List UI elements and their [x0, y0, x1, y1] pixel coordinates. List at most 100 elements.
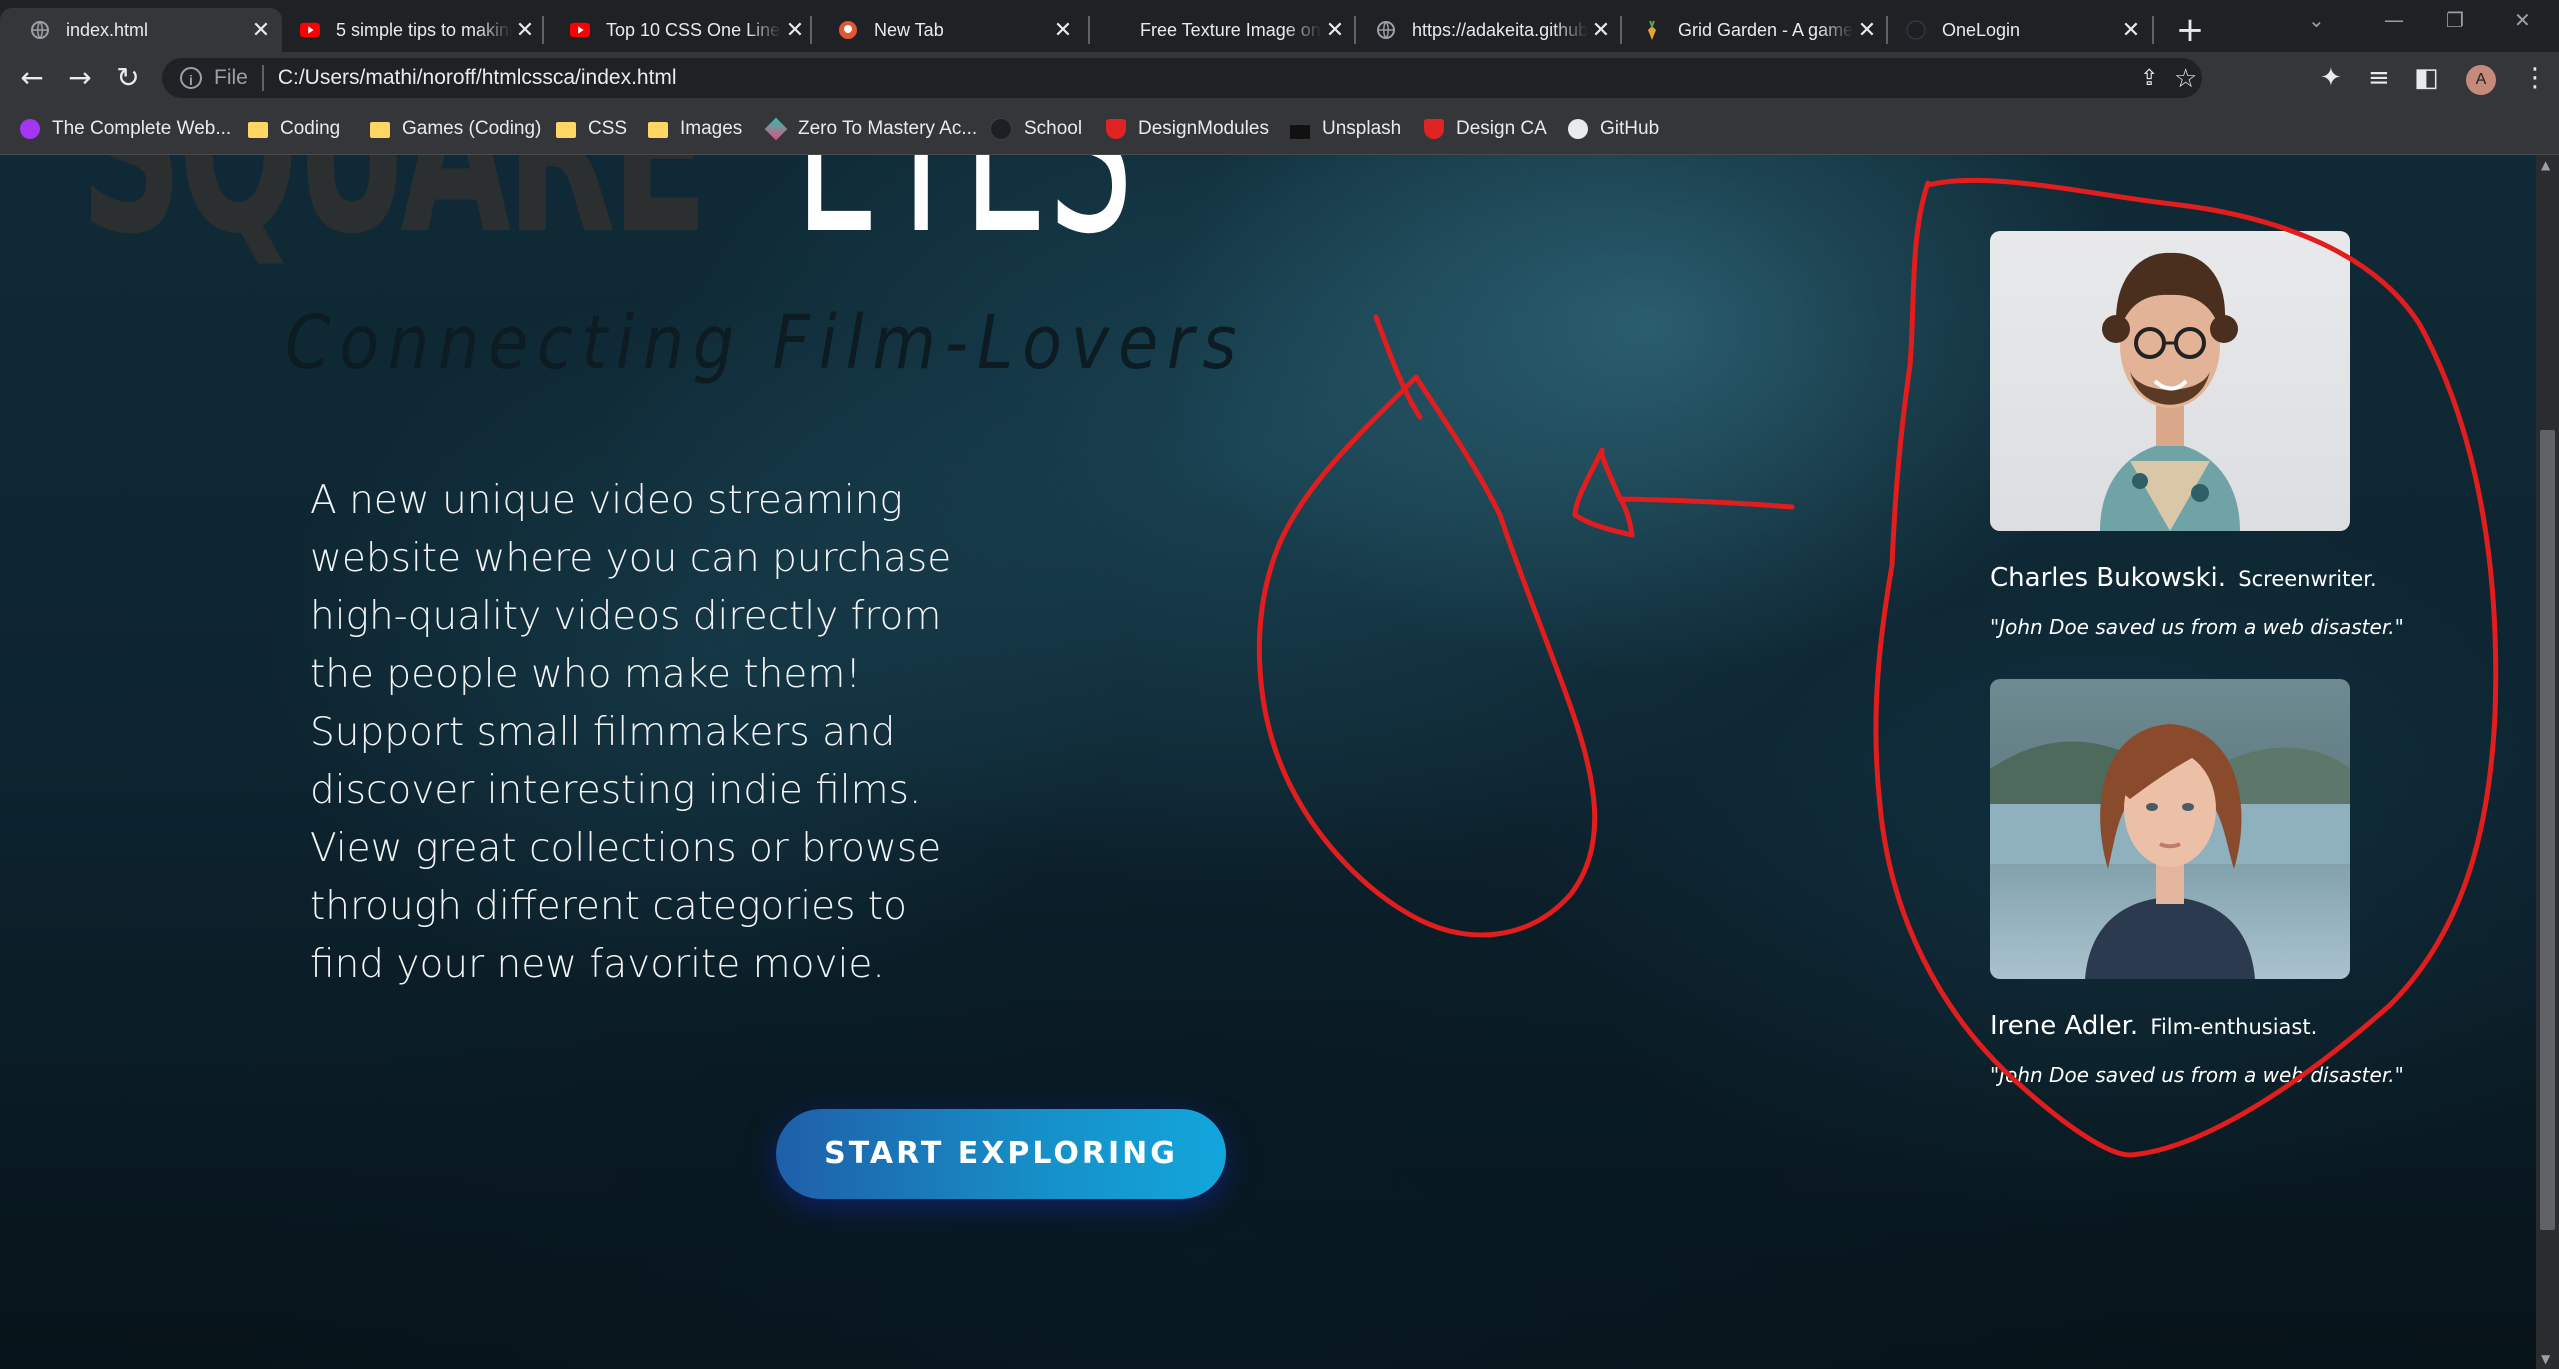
tab-title: https://adakeita.github — [1412, 19, 1588, 40]
testimonial-author: Irene Adler. Film-enthusiast. — [1990, 1011, 2536, 1041]
tab-index-html[interactable]: index.html ✕ — [0, 8, 282, 52]
bookmark-images[interactable]: Images — [648, 114, 742, 144]
folder-icon — [248, 122, 268, 138]
logo-part-eyes: EYES — [795, 155, 1134, 267]
page-viewport: SQUARE EYES Connecting Film-Lovers A new… — [0, 155, 2536, 1369]
scroll-down-icon[interactable]: ▼ — [2541, 1352, 2550, 1366]
close-icon[interactable]: ✕ — [512, 17, 538, 43]
noroff-icon — [1106, 119, 1126, 139]
bookmark-label: Games (Coding) — [402, 118, 542, 139]
tab-title: 5 simple tips to making — [336, 19, 512, 40]
tab-separator — [1886, 16, 1888, 44]
bookmark-star-icon[interactable]: ☆ — [2174, 58, 2197, 98]
testimonial-photo — [1990, 679, 2350, 979]
tab-onelogin[interactable]: OneLogin ✕ — [1876, 8, 2152, 52]
tab-search-icon[interactable]: ⌄ — [2308, 8, 2325, 32]
bookmark-css[interactable]: CSS — [556, 114, 627, 144]
start-exploring-button[interactable]: START EXPLORING — [776, 1109, 1226, 1199]
author-role: Film-enthusiast. — [2150, 1015, 2318, 1039]
bookmark-school[interactable]: School — [990, 114, 1082, 144]
duckduckgo-icon — [838, 20, 858, 40]
carrot-icon — [1642, 20, 1662, 40]
bookmark-label: Coding — [280, 118, 341, 139]
back-icon[interactable]: ← — [14, 60, 50, 96]
author-name: Charles Bukowski. — [1990, 563, 2226, 593]
tab-separator — [1354, 16, 1356, 44]
info-icon[interactable]: i — [180, 67, 202, 89]
url-text[interactable]: C:/Users/mathi/noroff/htmlcssca/index.ht… — [278, 66, 677, 90]
tab-youtube-tips[interactable]: 5 simple tips to making ✕ — [270, 8, 546, 52]
testimonial-card: Charles Bukowski. Screenwriter. "John Do… — [1990, 231, 2536, 639]
tab-title: OneLogin — [1942, 19, 2021, 40]
tab-separator — [1088, 16, 1090, 44]
file-scheme-label: File — [214, 66, 248, 89]
reload-icon[interactable]: ↻ — [110, 60, 146, 96]
portrait-woman-image — [1990, 724, 2350, 979]
bookmark-designmodules[interactable]: DesignModules — [1106, 114, 1269, 144]
tab-new-tab[interactable]: New Tab ✕ — [808, 8, 1084, 52]
author-role: Screenwriter. — [2238, 567, 2377, 591]
annotation-drop-shape — [1256, 314, 1598, 938]
bookmark-unsplash[interactable]: Unsplash — [1290, 114, 1401, 144]
address-bar[interactable]: i File C:/Users/mathi/noroff/htmlcssca/i… — [162, 58, 2202, 98]
close-icon[interactable]: ✕ — [2118, 17, 2144, 43]
bookmark-complete-web[interactable]: The Complete Web... — [20, 114, 231, 144]
tab-separator — [542, 16, 544, 44]
tab-title: Free Texture Image on — [1140, 19, 1321, 40]
bookmark-label: The Complete Web... — [52, 118, 232, 139]
bookmark-design-ca[interactable]: Design CA — [1424, 114, 1547, 144]
close-window-icon[interactable]: ✕ — [2514, 8, 2531, 32]
tab-grid-garden[interactable]: Grid Garden - A game ✕ — [1612, 8, 1888, 52]
media-icon[interactable]: ≡ — [2368, 60, 2390, 96]
author-name: Irene Adler. — [1990, 1011, 2139, 1041]
new-tab-button[interactable]: + — [2170, 10, 2210, 50]
tagline: Connecting Film-Lovers — [285, 300, 1246, 386]
menu-kebab-icon[interactable]: ⋮ — [2522, 60, 2548, 96]
tab-title: Grid Garden - A game — [1678, 19, 1854, 40]
scroll-up-icon[interactable]: ▲ — [2541, 158, 2550, 172]
testimonial-author: Charles Bukowski. Screenwriter. — [1990, 563, 2536, 593]
tab-adakeita-github[interactable]: https://adakeita.github ✕ — [1346, 8, 1622, 52]
tab-separator — [1620, 16, 1622, 44]
youtube-icon — [300, 20, 320, 40]
minimize-icon[interactable]: — — [2384, 8, 2404, 32]
bookmark-label: GitHub — [1600, 118, 1660, 139]
onelogin-icon — [1906, 20, 1926, 40]
bookmark-label: Images — [680, 118, 743, 139]
scrollbar-thumb[interactable] — [2540, 430, 2555, 1230]
side-panel-icon[interactable]: ◧ — [2414, 60, 2439, 96]
bookmark-label: Design CA — [1456, 118, 1547, 139]
bookmark-label: Zero To Mastery Ac... — [798, 118, 978, 139]
bookmark-zero-to-mastery[interactable]: Zero To Mastery Ac... — [764, 114, 978, 144]
share-icon[interactable]: ⇪ — [2140, 58, 2158, 98]
tab-title: New Tab — [874, 19, 944, 40]
close-icon[interactable]: ✕ — [1050, 17, 1076, 43]
tab-title: Top 10 CSS One Liners — [606, 19, 782, 40]
tab-youtube-css[interactable]: Top 10 CSS One Liners ✕ — [540, 8, 816, 52]
close-icon[interactable]: ✕ — [1588, 17, 1614, 43]
intro-paragraph: A new unique video streaming website whe… — [310, 478, 952, 987]
bookmark-coding[interactable]: Coding — [248, 114, 340, 144]
annotation-arrow — [1572, 447, 1795, 538]
portrait-man-image — [2100, 252, 2240, 531]
bookmark-label: DesignModules — [1138, 118, 1269, 139]
bookmark-label: School — [1024, 118, 1083, 139]
tab-separator — [2152, 16, 2154, 44]
tab-free-texture[interactable]: Free Texture Image on ✕ — [1100, 8, 1356, 52]
globe-icon — [1376, 20, 1396, 40]
extensions-icon[interactable]: ✦ — [2320, 60, 2342, 96]
bookmark-github[interactable]: GitHub — [1568, 114, 1659, 144]
bookmark-label: CSS — [588, 118, 628, 139]
close-icon[interactable]: ✕ — [1322, 17, 1348, 43]
browser-toolbar: ← → ↻ i File C:/Users/mathi/noroff/htmlc… — [0, 52, 2559, 104]
unsplash-icon — [1290, 119, 1310, 139]
bookmark-games-coding[interactable]: Games (Coding) — [370, 114, 541, 144]
avatar[interactable]: A — [2466, 65, 2496, 95]
tab-separator — [810, 16, 812, 44]
testimonial-quote: "John Doe saved us from a web disaster." — [1990, 1063, 2404, 1087]
close-icon[interactable]: ✕ — [782, 17, 808, 43]
school-icon — [990, 118, 1012, 140]
restore-icon[interactable]: ❐ — [2446, 8, 2464, 32]
forward-icon[interactable]: → — [62, 60, 98, 96]
ztm-icon — [764, 117, 788, 141]
